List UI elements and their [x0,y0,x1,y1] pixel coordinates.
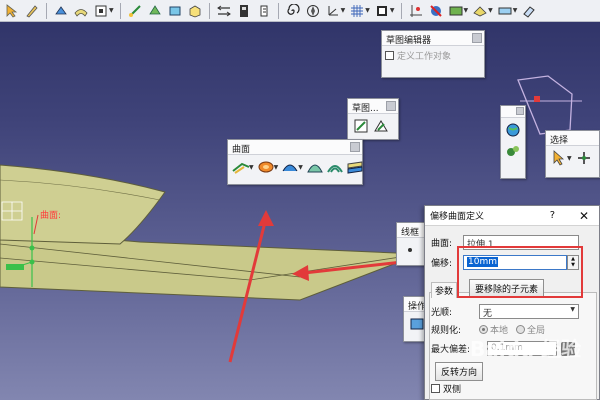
snap-icon[interactable] [408,3,424,19]
close-button[interactable]: ✕ [579,209,589,223]
close-icon[interactable] [516,107,524,115]
align-icon[interactable] [216,3,232,19]
axis-icon[interactable] [167,3,183,19]
pointer-icon[interactable] [4,3,20,19]
origin-label [6,264,24,270]
compass-icon[interactable] [305,3,321,19]
smooth-label: 光顺: [431,308,453,318]
toolbar-separator [400,2,402,19]
color-icon[interactable] [497,3,513,19]
grid-icon[interactable] [349,3,365,19]
globe-icon[interactable] [504,121,522,139]
spiral-icon[interactable] [285,3,301,19]
surface-toolbar-title: 曲面 [232,145,251,155]
extrusion-shape[interactable] [0,164,166,245]
toolbar-separator [119,2,121,19]
dropdown-arrow-icon[interactable]: ▼ [390,7,395,14]
close-icon[interactable] [472,33,482,43]
blend-surface-icon[interactable] [346,158,364,176]
axis-system-icon[interactable] [325,3,341,19]
select-arrow-icon[interactable] [550,149,568,167]
parameters-tab[interactable]: 参数 [431,282,458,298]
sketch-toolbar: 草图... [347,98,399,140]
tools-vertical-toolbar [500,105,526,179]
solid-icon[interactable] [93,3,109,19]
chevron-down-icon: ▼ [570,306,575,313]
select-toolbar-title: 选择 [550,136,569,146]
toolbar-separator [277,2,279,19]
both-sides-label: 双侧 [443,385,462,395]
close-icon[interactable] [386,101,396,111]
watermark: Baidu 经验 [470,337,582,361]
sketch-editor-toolbar: 草图编辑器 定义工作对象 [381,30,485,78]
surface-icon[interactable] [73,3,89,19]
part-icon[interactable] [53,3,69,19]
rotate-icon[interactable] [147,3,163,19]
reverse-direction-button[interactable]: 反转方向 [435,362,484,381]
offset-surface-dialog: 偏移曲面定义 ? ✕ 曲面: 拉伸.1 偏移: 10mm ▲ ▼ 参数 要移除的子… [424,205,600,400]
toolbar-separator [208,2,210,19]
dropdown-arrow-icon[interactable]: ▼ [365,7,370,14]
dropdown-arrow-icon[interactable]: ▼ [109,7,114,14]
compass-widget[interactable] [517,75,573,135]
dropdown-arrow-icon[interactable]: ▼ [341,7,346,14]
plane-icon[interactable] [374,3,390,19]
dialog-titlebar[interactable]: 偏移曲面定义 ? ✕ [425,206,599,226]
layer-icon[interactable] [256,3,272,19]
dropdown-arrow-icon[interactable]: ▼ [488,7,493,14]
cube-icon[interactable] [187,3,203,19]
render-icon[interactable] [448,3,464,19]
smooth-select[interactable]: 无 ▼ [479,304,579,319]
eraser-icon[interactable] [521,3,537,19]
toolbar-separator [46,2,47,19]
fill-surface-icon[interactable] [306,158,324,176]
work-object-checkbox-icon[interactable] [385,51,394,60]
point-icon[interactable] [401,241,419,259]
positioned-sketch-icon[interactable] [372,117,390,135]
save-icon[interactable] [236,3,252,19]
measure-icon[interactable] [127,3,143,19]
close-icon[interactable] [350,142,360,152]
catalog-icon[interactable] [504,142,522,160]
help-button[interactable]: ? [550,210,555,221]
dropdown-arrow-icon[interactable]: ▼ [464,7,469,14]
main-toolbar: ▼ ▼ ▼ ▼ ▼ ▼ ▼ [0,0,600,22]
move-icon[interactable] [575,149,593,167]
sketch-plane-icon[interactable] [352,117,370,135]
surface-annotation-label: 曲面: [40,211,62,221]
sketch-toolbar-title: 草图... [352,104,379,114]
highlight-box [457,246,583,298]
define-work-object-row[interactable]: 定义工作对象 [382,46,484,65]
offset-surface-icon[interactable] [257,158,275,176]
extrude-surface-icon[interactable] [232,158,250,176]
surface-toolbar: 曲面 ▼ ▼ ▼ [227,139,363,185]
no-show-icon[interactable] [428,3,444,19]
sketch-editor-title: 草图编辑器 [386,36,432,46]
sketch-icon[interactable] [24,3,40,19]
dialog-title: 偏移曲面定义 [430,212,485,222]
dropdown-arrow-icon[interactable]: ▼ [513,7,518,14]
smooth-value: 无 [483,309,493,319]
sweep-surface-icon[interactable] [281,158,299,176]
view-icon[interactable] [472,3,488,19]
define-work-object-label: 定义工作对象 [397,52,452,62]
multi-section-surface-icon[interactable] [326,158,344,176]
both-sides-checkbox[interactable] [431,384,440,393]
select-toolbar: 选择 ▼ [545,130,600,178]
wireframe-toolbar-title: 线框 [401,228,420,238]
